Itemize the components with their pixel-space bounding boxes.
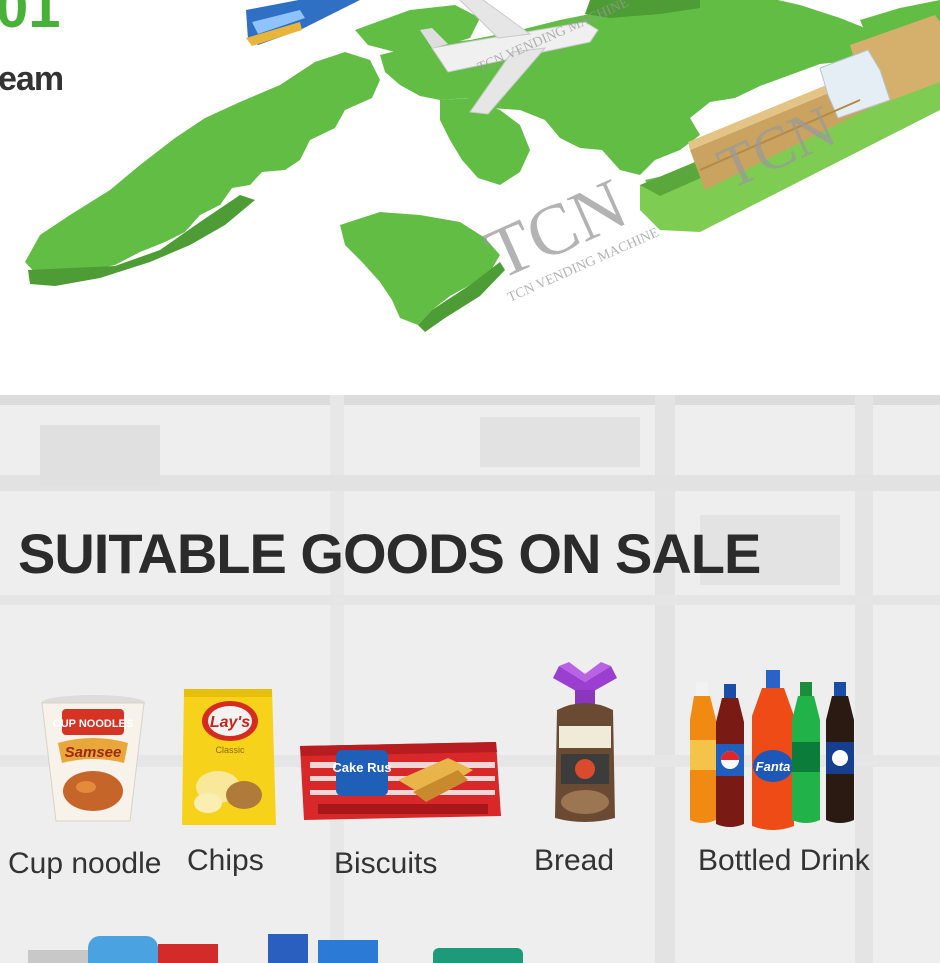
svg-text:Classic: Classic (215, 745, 245, 755)
svg-text:Fanta: Fanta (756, 759, 791, 774)
svg-text:CUP NOODLES: CUP NOODLES (53, 718, 133, 730)
next-row-products-partial (28, 934, 523, 963)
biscuits-pack-icon: Cake Rus (300, 742, 501, 820)
chips-bag-icon: Lay's Classic (182, 689, 276, 825)
bottles-icon: Fanta (690, 670, 854, 830)
svg-text:Cake Rus: Cake Rus (332, 760, 391, 775)
product-label-chips: Chips (187, 844, 264, 877)
product-label-cup-noodle: Cup noodle (8, 847, 162, 880)
svg-text:Lay's: Lay's (210, 714, 250, 731)
section-title: SUITABLE GOODS ON SALE (18, 522, 761, 585)
hero-banner: 01 eam TCN TCN VENDING MACHINE TCN VENDI… (0, 0, 940, 395)
cup-noodle-icon: CUP NOODLES Samsee (41, 695, 145, 822)
world-map-illustration: TCN TCN VENDING MACHINE TCN VENDING MACH… (25, 0, 940, 332)
product-label-bread: Bread (534, 844, 615, 877)
svg-text:Samsee: Samsee (65, 744, 122, 761)
product-label-bottled-drink: Bottled Drink (698, 844, 870, 877)
train-icon (246, 0, 360, 46)
goods-section: SUITABLE GOODS ON SALE CUP NOODLES Samse… (0, 395, 940, 963)
product-label-biscuits: Biscuits (334, 847, 438, 880)
bread-loaf-icon (553, 662, 617, 822)
